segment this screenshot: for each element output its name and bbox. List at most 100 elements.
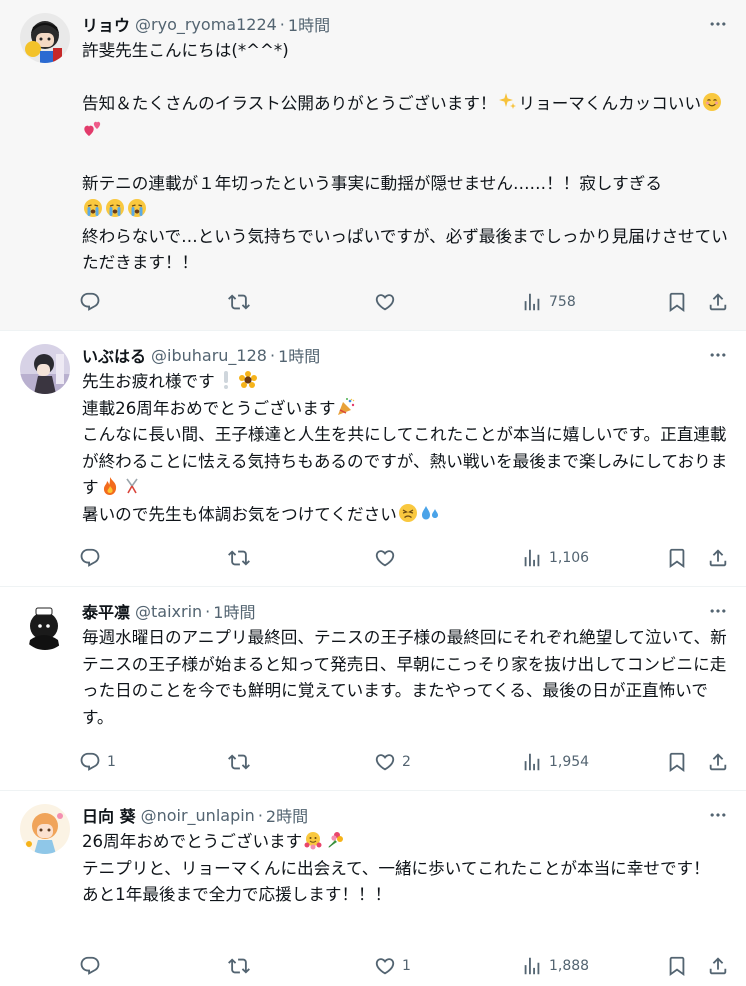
scissors-emoji xyxy=(122,476,142,496)
timestamp[interactable]: 1時間 xyxy=(288,12,330,36)
tweet-text-part: 先生お疲れ様です xyxy=(82,372,215,391)
bookmark-icon xyxy=(666,955,688,977)
action-bar: 1 1,888 xyxy=(82,936,730,986)
avatar-image xyxy=(20,344,70,394)
views-icon xyxy=(521,751,543,773)
views-icon xyxy=(521,547,543,569)
tweet-text-part: こんなに長い間、王子様達と人生を共にしてこれたことが本当に嬉しいです。正直連載が… xyxy=(82,425,728,497)
avatar[interactable] xyxy=(20,13,70,63)
like-icon xyxy=(374,751,396,773)
retweet-icon xyxy=(228,291,250,313)
avatar-image xyxy=(20,600,70,650)
share-icon xyxy=(707,547,729,569)
share-button[interactable] xyxy=(707,751,729,773)
separator-dot: · xyxy=(279,14,285,34)
retweet-button[interactable] xyxy=(228,751,256,773)
reply-feed: リョウ @ryo_ryoma1224 · 1時間 許斐先生こんにちは(*^^*)… xyxy=(0,0,746,986)
avatar-image xyxy=(20,804,70,854)
sweat-drops-emoji xyxy=(420,503,440,523)
timestamp[interactable]: 1時間 xyxy=(213,599,255,623)
reply-count: 1 xyxy=(107,754,116,770)
retweet-icon xyxy=(228,751,250,773)
like-button[interactable] xyxy=(374,547,402,569)
view-count: 758 xyxy=(549,294,576,310)
bookmark-icon xyxy=(666,291,688,313)
views-icon xyxy=(521,955,543,977)
like-icon xyxy=(374,547,396,569)
view-count: 1,954 xyxy=(549,754,590,770)
bookmark-button[interactable] xyxy=(666,751,688,773)
display-name[interactable]: 日向 葵 xyxy=(82,803,136,827)
tweet[interactable]: 日向 葵 @noir_unlapin · 2時間 26周年おめでとうございます … xyxy=(0,791,746,986)
user-handle[interactable]: @taixrin xyxy=(135,602,202,621)
action-bar: 1 2 1,954 xyxy=(82,732,730,792)
tweet[interactable]: リョウ @ryo_ryoma1224 · 1時間 許斐先生こんにちは(*^^*)… xyxy=(0,0,746,331)
display-name[interactable]: いぶはる xyxy=(82,343,146,367)
more-icon[interactable] xyxy=(708,805,728,825)
retweet-button[interactable] xyxy=(228,547,256,569)
sparkles-emoji xyxy=(498,92,518,112)
reply-button[interactable] xyxy=(79,547,107,569)
views-button[interactable]: 1,954 xyxy=(521,751,589,773)
tweet[interactable]: いぶはる @ibuharu_128 · 1時間 先生お疲れ様です 連載26周年お… xyxy=(0,331,746,587)
reply-icon xyxy=(79,751,101,773)
display-name[interactable]: 泰平凛 xyxy=(82,599,130,623)
like-count: 1 xyxy=(402,958,411,974)
bookmark-button[interactable] xyxy=(666,547,688,569)
separator-dot: · xyxy=(257,805,263,825)
reply-button[interactable] xyxy=(79,291,107,313)
bookmark-button[interactable] xyxy=(666,955,688,977)
sunflower-emoji xyxy=(238,370,258,390)
more-icon[interactable] xyxy=(708,345,728,365)
avatar-image xyxy=(20,13,70,63)
tweet[interactable]: 泰平凛 @taixrin · 1時間 毎週水曜日のアニプリ最終回、テニスの王子様… xyxy=(0,587,746,791)
more-icon[interactable] xyxy=(708,14,728,34)
tweet-header: 泰平凛 @taixrin · 1時間 xyxy=(82,599,730,623)
reply-button[interactable] xyxy=(79,955,107,977)
retweet-button[interactable] xyxy=(228,291,256,313)
user-handle[interactable]: @ibuharu_128 xyxy=(151,346,267,365)
more-icon[interactable] xyxy=(708,601,728,621)
tweet-text: 先生お疲れ様です 連載26周年おめでとうございます こんなに長い間、王子様達と人… xyxy=(82,369,730,528)
avatar[interactable] xyxy=(20,600,70,650)
tired-face-emoji xyxy=(398,503,418,523)
share-button[interactable] xyxy=(707,955,729,977)
tweet-header: 日向 葵 @noir_unlapin · 2時間 xyxy=(82,803,730,827)
reply-button[interactable]: 1 xyxy=(79,751,116,773)
crying-emoji xyxy=(83,198,103,218)
fire-emoji xyxy=(100,476,120,496)
display-name[interactable]: リョウ xyxy=(82,12,130,36)
tweet-text-part: 終わらないで…という気持ちでいっぱいですが、必ず最後までしっかり見届けさせていた… xyxy=(82,226,728,273)
like-button[interactable]: 1 xyxy=(374,955,411,977)
like-button[interactable] xyxy=(374,291,402,313)
bookmark-icon xyxy=(666,751,688,773)
share-button[interactable] xyxy=(707,291,729,313)
avatar[interactable] xyxy=(20,804,70,854)
bookmark-button[interactable] xyxy=(666,291,688,313)
timestamp[interactable]: 1時間 xyxy=(278,343,320,367)
timestamp[interactable]: 2時間 xyxy=(266,803,308,827)
bookmark-icon xyxy=(666,547,688,569)
views-button[interactable]: 1,106 xyxy=(521,547,589,569)
share-icon xyxy=(707,291,729,313)
separator-dot: · xyxy=(269,345,276,365)
user-handle[interactable]: @ryo_ryoma1224 xyxy=(135,15,277,34)
reply-icon xyxy=(79,291,101,313)
tweet-text: 26周年おめでとうございます テニプリと、リョーマくんに出会えて、一緒に歩いてこ… xyxy=(82,829,730,909)
action-bar: 1,106 xyxy=(82,528,730,588)
separator-dot: · xyxy=(205,601,211,621)
tweet-text-part: 暑いので先生も体調お気をつけてください xyxy=(82,504,397,524)
user-handle[interactable]: @noir_unlapin xyxy=(141,806,255,825)
share-button[interactable] xyxy=(707,547,729,569)
views-icon xyxy=(521,291,543,313)
tweet-text: 許斐先生こんにちは(*^^*) 告知＆たくさんのイラスト公開ありがとうございます… xyxy=(82,38,730,277)
tweet-text-part: リョーマくんカッコいい xyxy=(518,94,702,113)
like-button[interactable]: 2 xyxy=(374,751,411,773)
views-button[interactable]: 1,888 xyxy=(521,955,589,977)
views-button[interactable]: 758 xyxy=(521,291,576,313)
tweet-text-part: 新テニの連載が１年切ったという事実に動揺が隠せません……！！寂しすぎる xyxy=(82,173,662,193)
tweet-text-part: 許斐先生こんにちは(*^^*) 告知＆たくさんのイラスト公開ありがとうございます… xyxy=(82,41,497,113)
avatar[interactable] xyxy=(20,344,70,394)
like-icon xyxy=(374,955,396,977)
retweet-button[interactable] xyxy=(228,955,256,977)
